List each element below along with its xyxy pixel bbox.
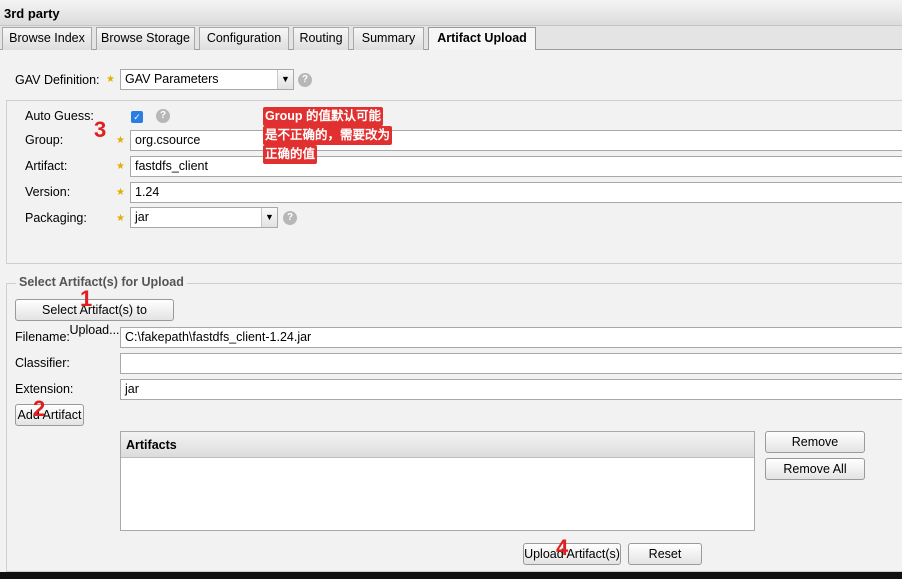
remove-all-button[interactable]: Remove All — [765, 458, 865, 480]
tab-configuration[interactable]: Configuration — [199, 27, 289, 50]
tab-artifact-upload[interactable]: Artifact Upload — [428, 27, 536, 51]
help-icon[interactable]: ? — [283, 211, 297, 225]
filename-field[interactable]: C:\fakepath\fastdfs_client-1.24.jar — [120, 327, 902, 348]
remove-button[interactable]: Remove — [765, 431, 865, 453]
tab-browse-index[interactable]: Browse Index — [2, 27, 92, 50]
extension-field[interactable]: jar — [120, 379, 902, 400]
checkmark-icon: ✓ — [133, 112, 141, 122]
upload-legend: Select Artifact(s) for Upload — [16, 275, 187, 289]
upload-artifacts-button[interactable]: Upload Artifact(s) — [523, 543, 621, 565]
artifact-label: Artifact: — [25, 159, 68, 173]
annotation-badge-3: 3 — [94, 117, 107, 142]
chevron-down-icon[interactable]: ▼ — [277, 70, 293, 89]
add-artifact-button[interactable]: Add Artifact — [15, 404, 84, 426]
star-icon: ★ — [116, 135, 125, 146]
help-icon[interactable]: ? — [298, 73, 312, 87]
group-field[interactable]: org.csource — [130, 130, 902, 151]
annotation-note-line1: Group 的值默认可能 — [263, 107, 383, 126]
group-label: Group: — [25, 133, 64, 147]
classifier-label: Classifier: — [15, 356, 70, 370]
packaging-label: Packaging: — [25, 211, 87, 225]
tab-routing[interactable]: Routing — [293, 27, 349, 50]
extension-label: Extension: — [15, 382, 74, 396]
packaging-select[interactable]: jar ▼ — [130, 207, 278, 228]
annotation-badge-2: 2 — [33, 396, 46, 421]
artifact-field[interactable]: fastdfs_client — [130, 156, 902, 177]
star-icon: ★ — [106, 74, 115, 85]
window-titlebar: 3rd party — [0, 0, 902, 26]
classifier-field[interactable] — [120, 353, 902, 374]
star-icon: ★ — [116, 187, 125, 198]
reset-button[interactable]: Reset — [628, 543, 702, 565]
gav-definition-label: GAV Definition: — [15, 73, 100, 87]
auto-guess-checkbox[interactable]: ✓ — [131, 111, 143, 123]
tab-summary[interactable]: Summary — [353, 27, 424, 50]
version-label: Version: — [25, 185, 71, 199]
annotation-note-line2: 是不正确的，需要改为 — [263, 126, 393, 145]
packaging-value: jar — [135, 210, 149, 224]
tab-strip: Browse Index Browse Storage Configuratio… — [0, 26, 902, 51]
help-icon[interactable]: ? — [156, 109, 170, 123]
star-icon: ★ — [116, 161, 125, 172]
select-artifacts-button[interactable]: Select Artifact(s) to Upload... — [15, 299, 174, 337]
star-icon: ★ — [116, 213, 125, 224]
artifacts-grid: Artifacts — [120, 431, 755, 531]
gav-definition-select[interactable]: GAV Parameters ▼ — [120, 69, 294, 90]
gav-definition-value: GAV Parameters — [125, 72, 219, 86]
chevron-down-icon[interactable]: ▼ — [261, 208, 277, 227]
artifacts-grid-header: Artifacts — [121, 432, 754, 458]
tab-browse-storage[interactable]: Browse Storage — [96, 27, 195, 50]
window-title: 3rd party — [4, 6, 60, 21]
filename-label: Filename: — [15, 330, 70, 344]
bottom-border — [0, 572, 902, 579]
auto-guess-label: Auto Guess: — [25, 109, 94, 123]
annotation-note-line3: 正确的值 — [263, 145, 318, 164]
annotation-note: Group 的值默认可能 是不正确的，需要改为 正确的值 — [263, 107, 393, 164]
annotation-badge-4: 4 — [556, 535, 569, 560]
annotation-badge-1: 1 — [80, 286, 93, 311]
version-field[interactable]: 1.24 — [130, 182, 902, 203]
